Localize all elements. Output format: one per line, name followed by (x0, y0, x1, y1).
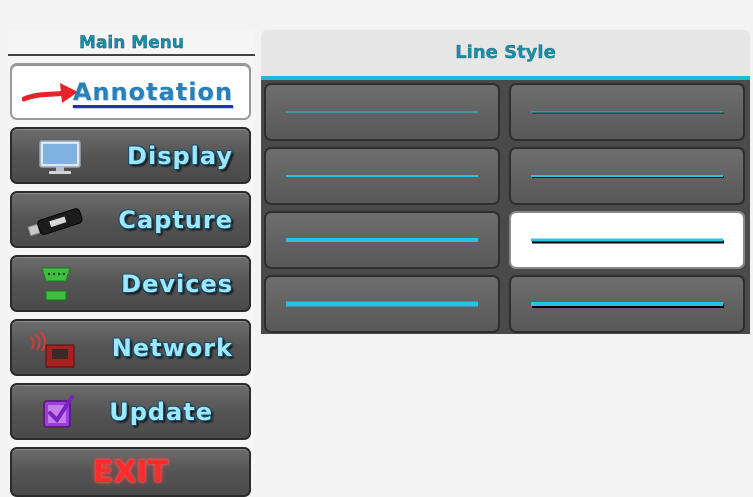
network-port-icon (29, 331, 75, 368)
line-style-option-4[interactable] (509, 147, 745, 205)
usb-stick-icon (27, 208, 83, 237)
line-sample (531, 302, 723, 306)
panel-title: Line Style (261, 30, 750, 80)
line-style-option-8[interactable] (509, 275, 745, 333)
exit-sign-icon: EXIT (92, 455, 169, 490)
menu-button-display[interactable]: Display (10, 127, 251, 184)
monitor-icon (39, 140, 81, 174)
menu-label-update: Update (109, 397, 213, 426)
line-sample (286, 238, 478, 242)
menu-button-exit[interactable]: EXIT (10, 447, 251, 497)
line-style-panel: Line Style (261, 30, 750, 334)
menu-label-capture: Capture (118, 205, 233, 234)
menu-label-display: Display (127, 141, 233, 170)
line-sample (286, 301, 478, 307)
menu-button-devices[interactable]: Devices (10, 255, 251, 312)
menu-label-network: Network (111, 333, 233, 362)
menu-button-annotation[interactable]: Annotation (10, 63, 251, 120)
menu-label-devices: Devices (121, 269, 233, 298)
line-sample (531, 111, 723, 113)
line-sample (286, 175, 478, 177)
checkbox-icon (43, 395, 74, 428)
line-style-option-5[interactable] (264, 211, 500, 269)
line-sample (531, 238, 723, 242)
line-style-option-2[interactable] (509, 83, 745, 141)
main-menu-title: Main Menu (8, 30, 255, 56)
line-sample (286, 111, 478, 113)
line-style-grid (261, 80, 750, 334)
serial-port-icon (41, 267, 71, 301)
line-style-option-3[interactable] (264, 147, 500, 205)
menu-button-update[interactable]: Update (10, 383, 251, 440)
line-style-option-7[interactable] (264, 275, 500, 333)
line-style-option-6[interactable] (509, 211, 745, 269)
main-menu-sidebar: Main Menu Annotation Display Capture Dev… (8, 30, 255, 497)
line-style-option-1[interactable] (264, 83, 500, 141)
menu-button-network[interactable]: Network (10, 319, 251, 376)
menu-button-capture[interactable]: Capture (10, 191, 251, 248)
line-sample (531, 175, 723, 177)
menu-label-annotation: Annotation (72, 77, 233, 106)
